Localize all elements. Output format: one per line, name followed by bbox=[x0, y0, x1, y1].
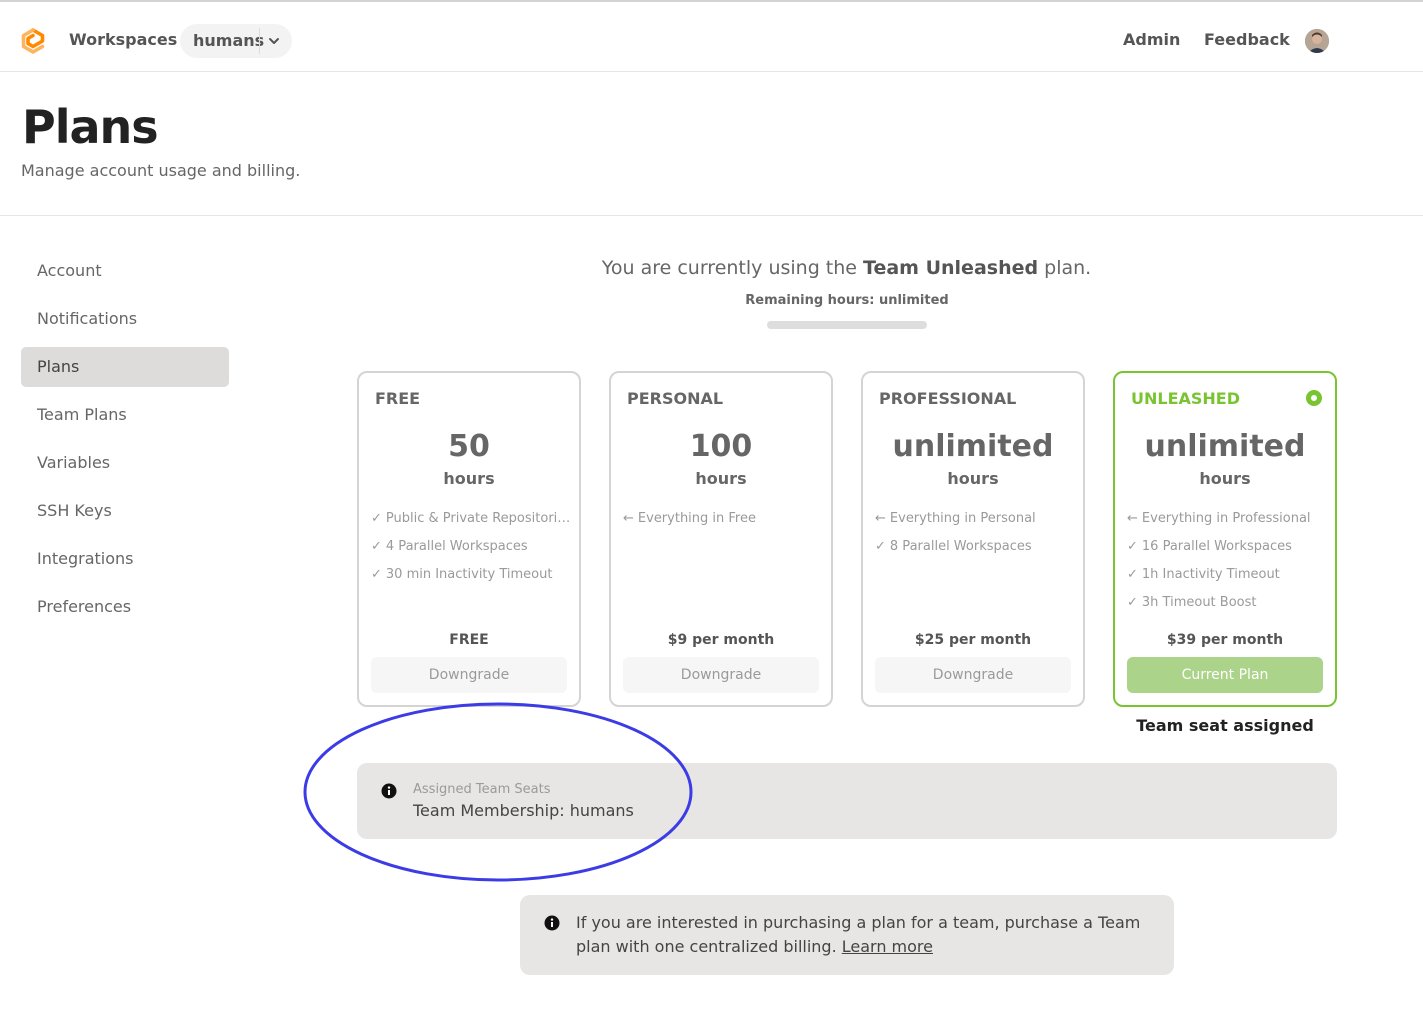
plan-price: $25 per month bbox=[914, 632, 1032, 648]
check-icon: ✓ bbox=[371, 511, 382, 526]
plan-name: PROFESSIONAL bbox=[879, 389, 1017, 408]
plan-card-personal: PERSONAL 100 hours ← Everything in Free $… bbox=[609, 371, 833, 707]
plan-feature-item: ← Everything in Professional bbox=[1127, 511, 1327, 539]
plan-feature-text: 30 min Inactivity Timeout bbox=[385, 567, 553, 582]
plan-features: ← Everything in Professional ✓ 16 Parallel… bbox=[1127, 511, 1327, 623]
check-icon: ✓ bbox=[1127, 567, 1138, 582]
current-plan-summary: You are currently using the Team Unleash… bbox=[560, 257, 1133, 279]
check-icon: ✓ bbox=[371, 567, 382, 582]
plan-hours-unit: hours bbox=[695, 469, 747, 488]
plan-card-free: FREE 50 hours ✓ Public & Private Reposito… bbox=[357, 371, 581, 707]
plan-card-unleashed: UNLEASHED unlimited hours ← Everything in… bbox=[1113, 371, 1337, 707]
sidebar-item-plans[interactable]: Plans bbox=[21, 347, 229, 387]
sidebar-item-integrations[interactable]: Integrations bbox=[21, 539, 229, 579]
plan-hours: unlimited bbox=[1144, 429, 1306, 464]
remaining-hours-progress-fill bbox=[767, 321, 927, 329]
page-subtitle: Manage account usage and billing. bbox=[21, 161, 301, 180]
team-switcher-label[interactable]: humans bbox=[193, 31, 264, 50]
team-plan-notice-text: If you are interested in purchasing a pl… bbox=[576, 911, 1166, 959]
plan-price: $9 per month bbox=[667, 632, 775, 648]
assigned-team-seats-notice: Assigned Team Seats Team Membership: hum… bbox=[357, 763, 1337, 839]
gitpod-logo-icon[interactable] bbox=[20, 28, 46, 54]
team-seat-assigned-note: Team seat assigned bbox=[1136, 716, 1314, 735]
plan-feature-text: 3h Timeout Boost bbox=[1141, 595, 1257, 610]
current-plan-button[interactable]: Current Plan bbox=[1127, 657, 1323, 693]
current-plan-prefix: You are currently using the bbox=[601, 257, 864, 279]
plan-feature-text: 8 Parallel Workspaces bbox=[889, 539, 1032, 554]
team-plan-notice: If you are interested in purchasing a pl… bbox=[520, 895, 1174, 975]
info-icon bbox=[544, 915, 560, 931]
chevron-down-icon[interactable] bbox=[266, 33, 282, 49]
team-switcher-divider bbox=[259, 28, 260, 54]
check-icon: ✓ bbox=[1127, 595, 1138, 610]
plan-hours: 50 bbox=[448, 429, 490, 464]
sidebar-item-team-plans[interactable]: Team Plans bbox=[21, 395, 229, 435]
check-icon: ✓ bbox=[875, 539, 886, 554]
arrow-left-icon: ← bbox=[623, 511, 634, 526]
user-avatar[interactable] bbox=[1305, 29, 1329, 53]
plan-feature-item: ← Everything in Personal bbox=[875, 511, 1075, 539]
plan-feature-text: Everything in Free bbox=[637, 511, 756, 526]
selected-radio-icon bbox=[1306, 390, 1322, 406]
plan-feature-item: ✓ Public & Private Repositories bbox=[371, 511, 571, 539]
sidebar-item-preferences[interactable]: Preferences bbox=[21, 587, 229, 627]
plan-features: ← Everything in Personal ✓ 8 Parallel Work… bbox=[875, 511, 1075, 567]
plan-price: $39 per month bbox=[1166, 632, 1284, 648]
current-plan-name: Team Unleashed bbox=[863, 257, 1039, 279]
plan-feature-text: 4 Parallel Workspaces bbox=[385, 539, 528, 554]
sidebar-item-account[interactable]: Account bbox=[21, 251, 229, 291]
plan-features: ✓ Public & Private Repositories ✓ 4 Parall… bbox=[371, 511, 571, 595]
page-title: Plans bbox=[22, 100, 159, 154]
plan-feature-item: ← Everything in Free bbox=[623, 511, 823, 539]
plan-name: PERSONAL bbox=[627, 389, 724, 408]
plan-hours-unit: hours bbox=[1199, 469, 1251, 488]
remaining-hours-progress bbox=[767, 321, 927, 329]
plan-features: ← Everything in Free bbox=[623, 511, 823, 539]
workspaces-link[interactable]: Workspaces bbox=[69, 30, 177, 49]
arrow-left-icon: ← bbox=[875, 511, 886, 526]
info-icon bbox=[381, 783, 397, 799]
plan-feature-item: ✓ 3h Timeout Boost bbox=[1127, 595, 1327, 623]
learn-more-link[interactable]: Learn more bbox=[842, 937, 933, 956]
downgrade-button[interactable]: Downgrade bbox=[371, 657, 567, 693]
check-icon: ✓ bbox=[371, 539, 382, 554]
header-divider bbox=[0, 215, 1423, 216]
assigned-team-seats-label: Assigned Team Seats bbox=[413, 782, 551, 797]
plan-price: FREE bbox=[449, 632, 489, 648]
downgrade-button[interactable]: Downgrade bbox=[875, 657, 1071, 693]
admin-link[interactable]: Admin bbox=[1123, 30, 1180, 49]
team-membership-value: Team Membership: humans bbox=[413, 801, 634, 820]
plan-feature-text: Everything in Personal bbox=[889, 511, 1036, 526]
plan-feature-text: Public & Private Repositories bbox=[385, 511, 571, 526]
plan-hours-unit: hours bbox=[947, 469, 999, 488]
sidebar-item-notifications[interactable]: Notifications bbox=[21, 299, 229, 339]
feedback-link[interactable]: Feedback bbox=[1204, 30, 1290, 49]
plan-hours: unlimited bbox=[892, 429, 1054, 464]
remaining-hours: Remaining hours: unlimited bbox=[745, 293, 949, 308]
plan-feature-item: ✓ 4 Parallel Workspaces bbox=[371, 539, 571, 567]
plan-name: FREE bbox=[375, 389, 421, 408]
team-switcher[interactable]: humans bbox=[180, 24, 292, 58]
plan-feature-text: 16 Parallel Workspaces bbox=[1141, 539, 1292, 554]
plan-hours: 100 bbox=[689, 429, 753, 464]
plan-name: UNLEASHED bbox=[1131, 389, 1241, 408]
plan-hours-unit: hours bbox=[443, 469, 495, 488]
plan-feature-text: Everything in Professional bbox=[1141, 511, 1311, 526]
downgrade-button[interactable]: Downgrade bbox=[623, 657, 819, 693]
plan-card-professional: PROFESSIONAL unlimited hours ← Everything… bbox=[861, 371, 1085, 707]
sidebar-item-variables[interactable]: Variables bbox=[21, 443, 229, 483]
current-plan-suffix: plan. bbox=[1038, 257, 1092, 279]
plan-feature-item: ✓ 8 Parallel Workspaces bbox=[875, 539, 1075, 567]
arrow-left-icon: ← bbox=[1127, 511, 1138, 526]
sidebar-item-ssh-keys[interactable]: SSH Keys bbox=[21, 491, 229, 531]
plan-feature-item: ✓ 30 min Inactivity Timeout bbox=[371, 567, 571, 595]
top-navigation-bar: Workspaces humans Admin Feedback bbox=[0, 0, 1423, 72]
plan-feature-item: ✓ 16 Parallel Workspaces bbox=[1127, 539, 1327, 567]
check-icon: ✓ bbox=[1127, 539, 1138, 554]
settings-sidebar: Account Notifications Plans Team Plans V… bbox=[21, 251, 229, 635]
plan-feature-item: ✓ 1h Inactivity Timeout bbox=[1127, 567, 1327, 595]
plan-feature-text: 1h Inactivity Timeout bbox=[1141, 567, 1280, 582]
